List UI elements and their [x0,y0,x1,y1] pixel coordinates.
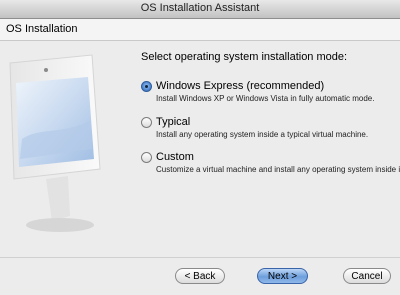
next-button[interactable]: Next > [257,268,308,284]
option-label: Typical [156,116,191,128]
option-label: Windows Express (recommended) [156,80,325,92]
radio-typical[interactable] [141,117,152,128]
option-description: Install any operating system inside a ty… [156,130,369,139]
option-description: Customize a virtual machine and install … [156,165,400,174]
title-bar[interactable]: OS Installation Assistant [0,0,400,19]
installer-window: OS Installation Assistant OS Installatio… [0,0,400,295]
window-title: OS Installation Assistant [140,2,260,14]
imac-icon [0,41,128,256]
mode-prompt: Select operating system installation mod… [141,51,348,63]
step-header: OS Installation [0,19,400,41]
radio-custom[interactable] [141,152,152,163]
cancel-button[interactable]: Cancel [343,268,391,284]
footer-divider [0,257,400,258]
back-button[interactable]: < Back [175,268,225,284]
option-label: Custom [156,151,194,163]
option-description: Install Windows XP or Windows Vista in f… [156,94,375,103]
step-title: OS Installation [6,23,78,35]
radio-windows-express[interactable] [141,81,152,92]
